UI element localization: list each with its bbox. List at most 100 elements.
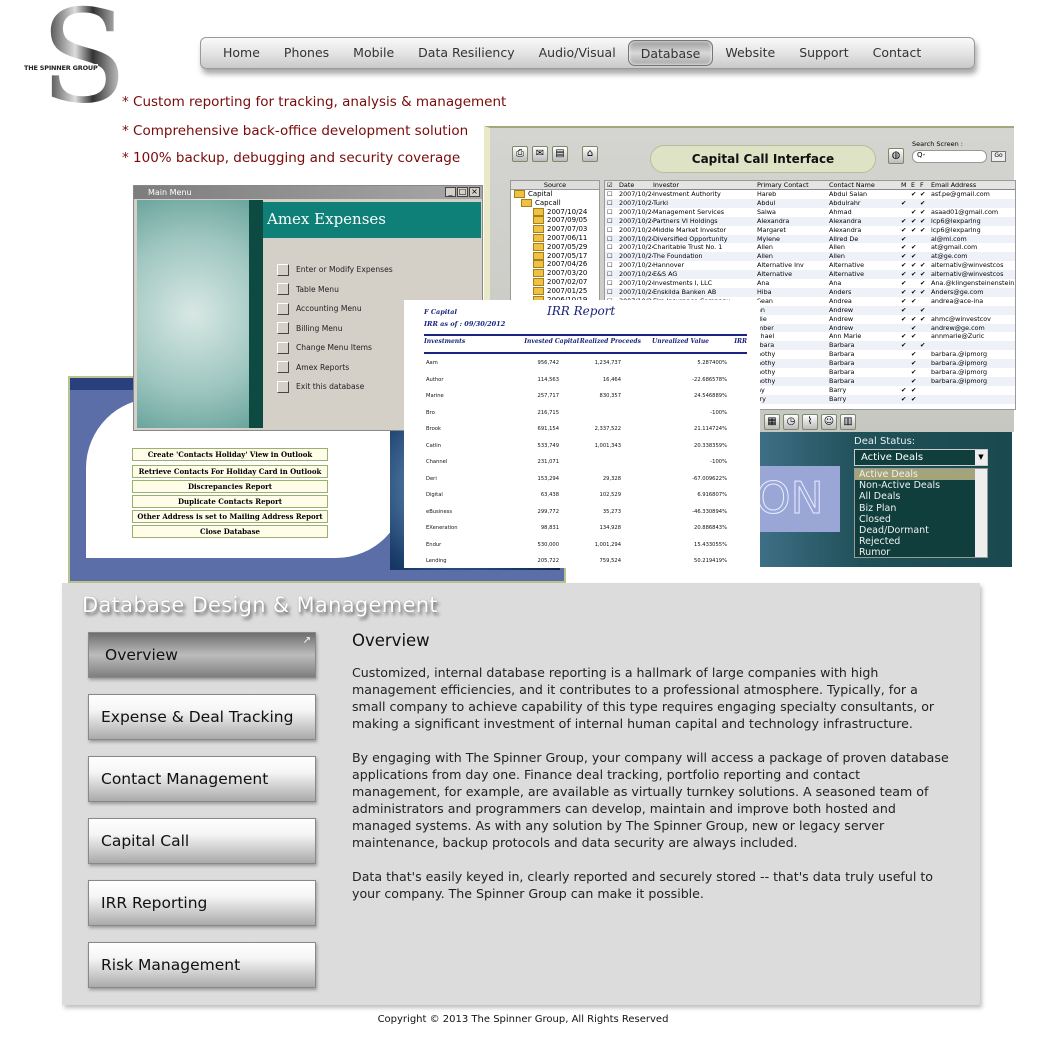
- grid-cell: 2007/10/24: [619, 216, 653, 225]
- grid-cell: 2007/10/24: [619, 261, 653, 270]
- document-icon: ▤: [552, 146, 568, 162]
- check-icon: ✔: [901, 279, 907, 287]
- check-icon: ✔: [911, 190, 917, 198]
- grid-row: ☐ 2007/10/24 Investments I, LLC Ana Ana ✔ ✔ Ana…: [605, 279, 1015, 288]
- nav-mobile[interactable]: Mobile: [341, 40, 406, 66]
- grid-row: ☐ 2007/10/24 Middle Market Investor Margare…: [605, 226, 1015, 235]
- check-icon: ✔: [911, 376, 917, 385]
- irr-cell: 102,529: [599, 492, 621, 498]
- grid-cell: chael: [757, 332, 775, 341]
- side-menu-expense-deal-tracking[interactable]: Expense & Deal Tracking: [88, 694, 316, 740]
- side-menu-capital-call[interactable]: Capital Call: [88, 818, 316, 864]
- deal-option: Non-Active Deals: [859, 480, 941, 492]
- minimize-icon: _: [445, 187, 456, 197]
- tree-node: 2007/06/11: [511, 234, 599, 243]
- grid-cell: Alternative: [829, 261, 865, 270]
- side-menu-risk-management[interactable]: Risk Management: [88, 942, 316, 988]
- grid-cell: nothy: [757, 376, 776, 385]
- grid-cell: Hiba: [757, 287, 772, 296]
- irr-cell: 24.546889%: [694, 393, 727, 399]
- row-checkbox: ☐: [607, 287, 613, 296]
- grid-cell: Barry: [829, 394, 847, 403]
- side-menu-contact-management[interactable]: Contact Management: [88, 756, 316, 802]
- grid-cell: 2007/10/24: [619, 234, 653, 243]
- grid-cell: 2007/10/24: [619, 198, 653, 207]
- grid-cell: ahmc@winvestcov: [931, 314, 991, 323]
- check-icon: ✔: [911, 287, 917, 296]
- paragraph: Customized, internal database reporting …: [352, 665, 935, 731]
- grid-cell: 2007/10/24: [619, 243, 653, 252]
- logo[interactable]: S THE SPINNER GROUP: [22, 0, 128, 128]
- logo-text: THE SPINNER GROUP: [24, 64, 98, 72]
- grid-cell: Charitable Trust No. 1: [653, 243, 723, 252]
- deal-option: All Deals: [859, 491, 901, 503]
- check-icon: ✔: [901, 394, 907, 403]
- main-menu-titlebar: Main Menu _ □ ×: [134, 186, 482, 199]
- nav-home[interactable]: Home: [211, 40, 272, 66]
- irr-cell: -100%: [710, 409, 727, 416]
- row-checkbox: ☐: [607, 243, 613, 252]
- grid-cell: Diversified Opportunity: [653, 234, 728, 243]
- mail-icon: ✉: [532, 146, 548, 162]
- nav-contact[interactable]: Contact: [861, 40, 934, 66]
- irr-cell: 830,357: [599, 393, 621, 399]
- check-icon: ✔: [911, 323, 917, 332]
- source-header: Source: [511, 181, 599, 190]
- scrollbar: [975, 469, 987, 557]
- irr-cell: 134,928: [599, 525, 621, 531]
- check-icon: ✔: [901, 234, 907, 243]
- grid-cell: Allen: [757, 243, 773, 252]
- contacts-menu-buttons: Create 'Contacts Holiday' View in Outloo…: [132, 448, 328, 540]
- nav-website[interactable]: Website: [713, 40, 787, 66]
- contacts-button: Duplicate Contacts Report: [132, 495, 328, 508]
- grid-cell: Margaret: [757, 225, 786, 234]
- nav-phones[interactable]: Phones: [272, 40, 341, 66]
- grid-cell: 2007/10/24: [619, 190, 653, 198]
- globe-icon: ◍: [888, 148, 904, 164]
- nav-audio-visual[interactable]: Audio/Visual: [527, 40, 628, 66]
- grid-cell: ny: [757, 385, 765, 394]
- contacts-button: Retrieve Contacts For Holiday Card in Ou…: [132, 465, 328, 478]
- grid-cell: andrea@ace-ina: [931, 296, 984, 305]
- main-menu-item: Accounting Menu: [277, 299, 393, 319]
- irr-cell: 1,234,737: [594, 360, 621, 366]
- grid-cell: The Foundation: [653, 252, 703, 261]
- grid-cell: 2007/10/24: [619, 225, 653, 234]
- irr-cell: 50.219419%: [694, 558, 727, 564]
- grid-cell: Barbara: [829, 350, 855, 359]
- check-icon: ✔: [920, 261, 926, 270]
- check-icon: ✔: [901, 287, 907, 296]
- grid-cell: lcp6@lexparlng: [931, 216, 981, 225]
- print-icon: ⎙: [512, 146, 528, 162]
- irr-cell: 5.287400%: [697, 360, 727, 366]
- nav-support[interactable]: Support: [787, 40, 860, 66]
- grid-cell: annmarie@Zuric: [931, 332, 985, 341]
- main-menu-label: Change Menu Items: [296, 343, 372, 353]
- grid-cell: al@ml.com: [931, 234, 967, 243]
- grid-cell: Barbara: [829, 359, 855, 368]
- nav-database[interactable]: Database: [627, 40, 714, 66]
- check-icon: ✔: [901, 314, 907, 323]
- deal-status-select: Active Deals ▼: [854, 449, 988, 466]
- paragraph: Data that's easily keyed in, clearly rep…: [352, 869, 933, 901]
- side-menu-irr-reporting[interactable]: IRR Reporting: [88, 880, 316, 926]
- grid-cell: barbara.@ipmorg: [931, 359, 988, 368]
- contacts-button: Create 'Contacts Holiday' View in Outloo…: [132, 448, 328, 461]
- grid-cell: Alternative: [757, 270, 793, 279]
- grid-cell: Alternative: [829, 270, 865, 279]
- deal-option: Rumor: [859, 547, 891, 558]
- nav-data-resiliency[interactable]: Data Resiliency: [406, 40, 526, 66]
- grid-cell: Middle Market Investor: [653, 225, 727, 234]
- tree-node: 2007/09/05: [511, 216, 599, 225]
- grid-cell: nothy: [757, 368, 776, 376]
- side-menu-overview[interactable]: Overview ↗: [88, 632, 316, 678]
- grid-cell: 2007/10/24: [619, 279, 653, 287]
- row-checkbox: ☐: [607, 252, 613, 261]
- irr-cell: 216,715: [537, 409, 559, 416]
- grid-cell: Barbara: [829, 341, 855, 350]
- grid-cell: Barbara: [829, 368, 855, 376]
- irr-cell: 759,524: [599, 558, 621, 564]
- grid-cell: Alexandra: [829, 225, 862, 234]
- irr-as-of: IRR as of : 09/30/2012: [424, 320, 506, 328]
- grid-cell: alternativ@winvestcos: [931, 270, 1004, 279]
